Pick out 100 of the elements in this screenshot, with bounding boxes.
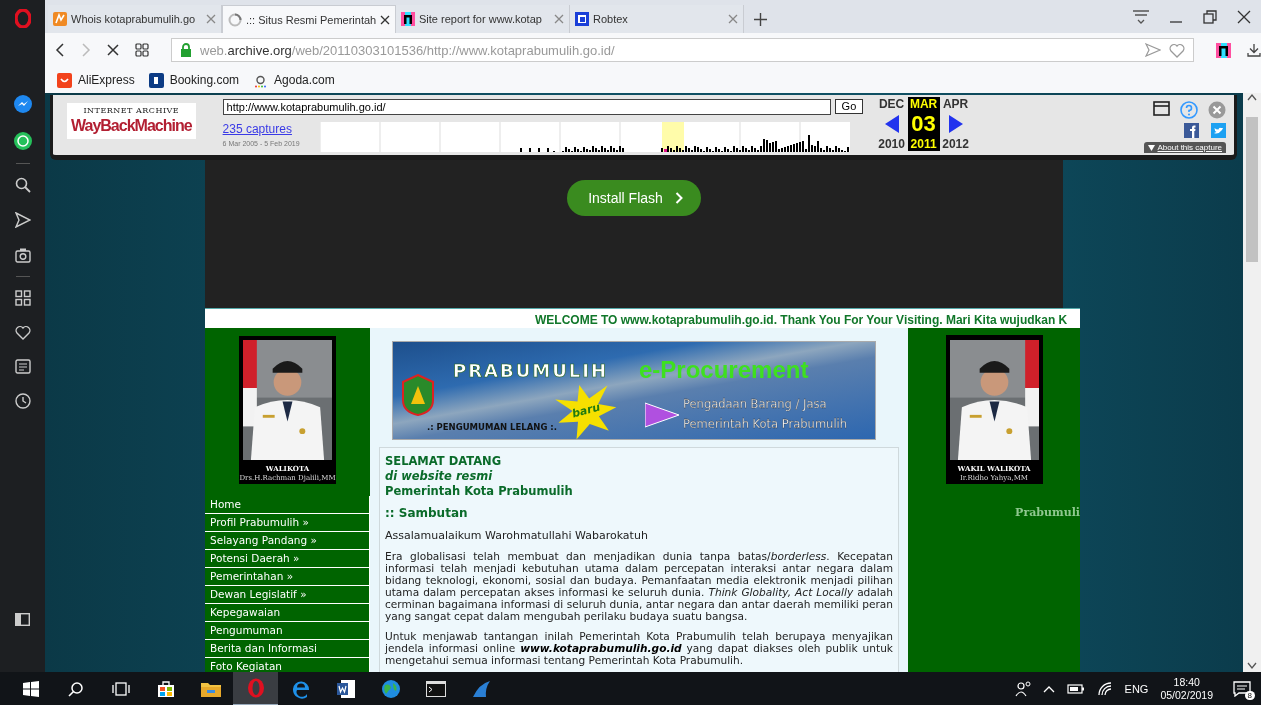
menu-item[interactable]: Dewan Legislatif » xyxy=(205,586,370,604)
chevron-icon xyxy=(674,192,683,204)
capture-histogram-drawing[interactable] xyxy=(319,122,850,152)
tab-menu-icon[interactable] xyxy=(1133,10,1149,24)
scroll-up-icon xyxy=(1247,93,1257,101)
previous-arrow-icon[interactable] xyxy=(884,115,899,133)
facebook-icon[interactable] xyxy=(1184,123,1199,138)
battery-icon xyxy=(1066,682,1085,695)
menu-item[interactable]: Pengumuman xyxy=(205,622,370,640)
language-indicator[interactable]: ENG xyxy=(1124,682,1149,695)
panel-toggle-icon xyxy=(15,613,30,626)
clock-icon xyxy=(14,393,31,409)
wifi-icon xyxy=(1096,681,1113,696)
search-icon xyxy=(67,680,84,697)
install-flash-button[interactable]: Install Flash xyxy=(567,180,701,216)
marquee-text: WELCOME TO www.kotaprabumulih.go.id. Thank You For Your Visiting. Mari Kita wujudkan K xyxy=(535,312,1068,328)
send-icon xyxy=(14,212,31,228)
year-link[interactable]: 2010 xyxy=(878,137,905,151)
shopping-bag-icon xyxy=(57,72,72,88)
scrollbar[interactable] xyxy=(1243,93,1261,672)
month-link[interactable]: APR xyxy=(942,97,969,111)
bookmark-link[interactable]: Booking.com xyxy=(169,73,240,87)
bookmark-link[interactable]: Agoda.com xyxy=(274,73,335,87)
restore-icon[interactable] xyxy=(1203,10,1217,24)
windows-icon xyxy=(22,680,39,697)
scrollbar-thumb[interactable] xyxy=(1246,117,1258,262)
scroll-down-icon xyxy=(1247,662,1257,670)
banner-notice: .: PENGUMUMAN LELANG :. xyxy=(427,422,557,432)
greeting-text: Assalamualaikum Warohmatullahi Wabarokatuh xyxy=(385,529,649,542)
logo-caption: INTERNET ARCHIVE xyxy=(83,106,180,116)
menu-item[interactable]: Home xyxy=(205,496,370,514)
url-field[interactable]: http://www.kotaprabumulih.go.id/ xyxy=(222,99,831,115)
search-icon xyxy=(14,177,31,193)
banner-text: Pemerintah Kota Prabumulih xyxy=(683,417,848,431)
triangle-icon xyxy=(1147,144,1155,151)
menu-item[interactable]: Pemerintahan » xyxy=(205,568,370,586)
menu-item[interactable]: Berita dan Informasi xyxy=(205,640,370,658)
menu-item[interactable]: Selayang Pandang » xyxy=(205,532,370,550)
opera-icon xyxy=(246,677,265,698)
browser-tab[interactable]: .:: Situs Resmi Pemerintah xyxy=(222,5,396,33)
arrow-icon xyxy=(645,400,679,430)
people-icon xyxy=(1014,680,1031,697)
folder-icon xyxy=(200,680,221,697)
whatsapp-icon xyxy=(13,132,32,150)
close-icon[interactable] xyxy=(1237,10,1251,24)
notifications-icon xyxy=(1233,680,1251,697)
word-icon xyxy=(335,678,356,699)
chevron-up-icon xyxy=(1042,684,1055,693)
bookmark-link[interactable]: AliExpress xyxy=(78,73,135,87)
close-icon[interactable] xyxy=(380,14,391,25)
edge-icon xyxy=(290,678,311,699)
wayback-logo[interactable]: INTERNET ARCHIVE WayBackMachine xyxy=(67,103,196,139)
section-heading: :: Sambutan xyxy=(385,506,469,521)
extension-icon[interactable] xyxy=(1216,42,1231,58)
next-arrow-icon[interactable] xyxy=(948,115,963,133)
store-icon xyxy=(156,679,175,698)
stop-icon[interactable] xyxy=(107,44,119,56)
banner-title: PRABUMULIH xyxy=(453,360,609,381)
camera-icon xyxy=(14,247,31,263)
send-icon[interactable] xyxy=(1145,43,1161,57)
emblem-icon xyxy=(401,374,435,416)
back-icon[interactable] xyxy=(55,43,65,57)
window-icon[interactable] xyxy=(1153,101,1170,116)
heart-icon[interactable] xyxy=(1169,42,1185,58)
download-icon[interactable] xyxy=(1247,43,1261,57)
menu-item[interactable]: Profil Prabumulih » xyxy=(205,514,370,532)
about-capture-link[interactable]: About this capture xyxy=(1143,142,1226,153)
menu-item[interactable]: Potensi Daerah » xyxy=(205,550,370,568)
month-link[interactable]: MAR xyxy=(909,97,938,111)
go-button[interactable]: Go xyxy=(834,99,864,114)
task-view-icon xyxy=(111,681,130,696)
procurement-banner[interactable]: PRABUMULIH e-Procurement baru .: PENGUMUMAN LELANG :. Pengadaan Barang / Jasa Pemerintah Kota Prabumulih xyxy=(392,341,876,440)
globe-icon xyxy=(380,678,401,699)
welcome-subtitle: di website resmi xyxy=(385,469,494,484)
terminal-icon xyxy=(425,680,446,697)
welcome-title: Pemerintah Kota Prabumulih xyxy=(385,484,574,499)
paragraph: Untuk menjawab tantangan inilah Pemerintah Kota Prabumulih telah berupaya menyajikan jendela informasi online www.kotaprabumulih.go.id yang dapat diakses oleh publik untuk mengetahui semua informasi tentang Pemerintah Kota Prabumulih. xyxy=(385,630,893,666)
year-link[interactable]: 2012 xyxy=(942,137,969,151)
banner-subtitle: e-Procurement xyxy=(639,356,809,384)
month-link[interactable]: DEC xyxy=(878,97,905,111)
menu-item[interactable]: Kepegawaian xyxy=(205,604,370,622)
welcome-title: SELAMAT DATANG xyxy=(385,454,503,469)
captures-link[interactable]: 235 captures xyxy=(222,122,320,136)
paragraph: Era globalisasi telah membuat dan menjadikan dunia tanpa batas/borderless. Kecepatan informasi telah menjadi kebutuhan utama dalam percepatan interaksi antar negara dalam bidang teknologi, ekonomi, sosial dan budaya. Pemanfaatan media elektronik menjadi pilihan utama dalam percepatan akses informasi ke seluruh dunia. Think Globality, Act Locally adalah cerminan bagaimana informasi di seluruh dunia, antar negara dan antar daerah memiliki peran yang sangat cepat dalam mengubah perilaku budaya suatu bangsa. xyxy=(385,550,893,622)
year-link[interactable]: 2011 xyxy=(910,137,937,151)
fin-icon xyxy=(470,679,491,698)
lock-icon xyxy=(180,43,192,57)
messenger-icon xyxy=(13,95,32,113)
new-tab-icon[interactable] xyxy=(754,13,767,26)
logo-wordmark: WayBackMachine xyxy=(71,116,192,136)
speed-dial-icon[interactable] xyxy=(135,43,149,57)
clock[interactable]: 18:40 05/02/2019 xyxy=(1160,675,1213,702)
day-number: 03 xyxy=(911,113,936,135)
twitter-icon[interactable] xyxy=(1211,123,1226,138)
banner-text: Pengadaan Barang / Jasa xyxy=(683,397,827,411)
faded-text: Prabumuli xyxy=(1015,506,1080,519)
notification-count: 8 xyxy=(1244,690,1255,700)
address-bar[interactable]: web.archive.org/web/20110303101536/http://www.kotaprabumulih.go.id/ xyxy=(171,38,1194,62)
grid-icon xyxy=(14,290,31,306)
news-icon xyxy=(14,359,31,374)
